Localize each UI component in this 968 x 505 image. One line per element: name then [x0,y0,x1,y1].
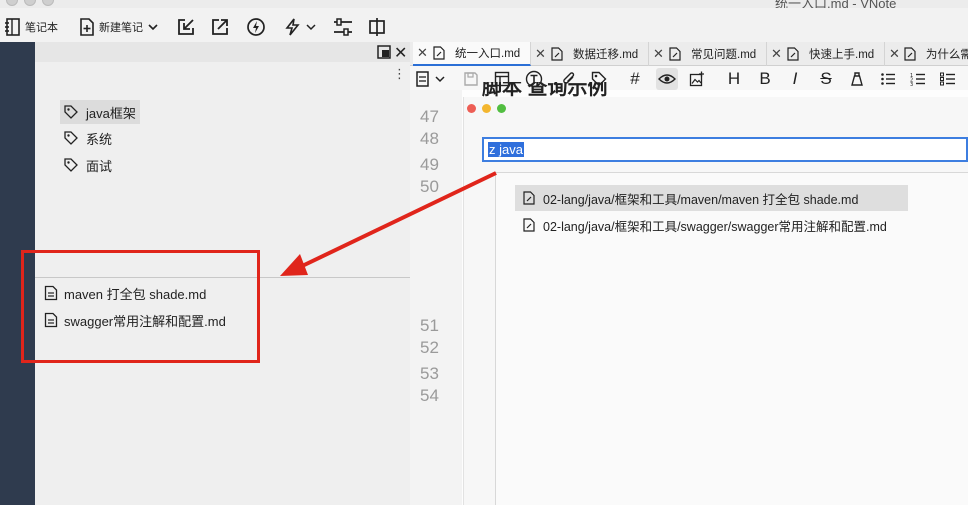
annotation-arrow [280,171,497,276]
